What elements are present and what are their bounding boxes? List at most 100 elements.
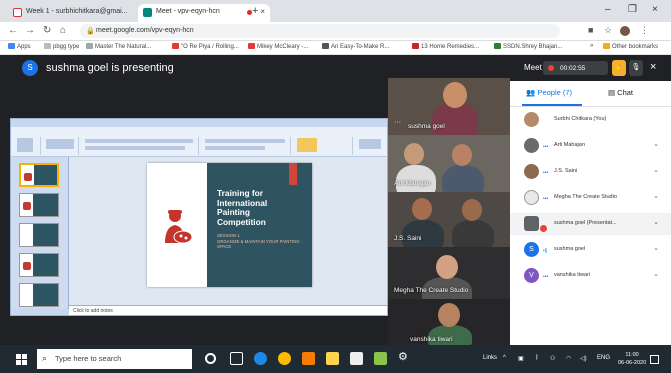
tab-chat[interactable]: ▤ Chat: [608, 88, 633, 97]
clock-time: 11:00: [625, 352, 639, 358]
youtube-icon: [248, 43, 255, 49]
participant-row[interactable]: ••• Arti Mahajan ⌄: [510, 135, 671, 157]
app-icon[interactable]: [302, 352, 315, 365]
participant-figure: [452, 220, 494, 247]
reload-icon[interactable]: ↻: [43, 25, 51, 36]
chevron-down-icon[interactable]: ⌄: [653, 192, 659, 200]
bookmark-item[interactable]: "O Re Piya / Rolling...: [172, 43, 239, 50]
bookmark-item[interactable]: SSDN.Shrey Bhajan...: [494, 43, 562, 50]
ribbon-group: [293, 137, 353, 155]
participant-tile[interactable]: vanshika tiwari: [388, 299, 510, 345]
chevron-down-icon[interactable]: ⌄: [653, 218, 659, 226]
muted-icon: [540, 225, 547, 232]
participant-figure: [396, 165, 436, 192]
status-bar: [11, 309, 69, 315]
bookmarks-more[interactable]: »: [590, 43, 593, 49]
camera-blocked-icon[interactable]: ■: [588, 25, 593, 35]
profile-avatar[interactable]: [620, 26, 630, 36]
maximize-button[interactable]: ❐: [628, 4, 637, 15]
participant-row[interactable]: V ••• vanshika tiwari ⌄: [510, 265, 671, 287]
participant-tile[interactable]: J.S. Saini: [388, 192, 510, 247]
participant-row[interactable]: ••• J.S. Saini ⌄: [510, 161, 671, 183]
windows-start-button[interactable]: [16, 354, 27, 365]
wifi-icon[interactable]: ◠: [566, 355, 571, 362]
chrome-icon[interactable]: [278, 352, 291, 365]
slide-thumbnail[interactable]: [19, 223, 59, 247]
notes-pane[interactable]: Click to add notes: [69, 305, 387, 315]
tab-people[interactable]: 👥 People (7): [526, 88, 572, 97]
clock[interactable]: 11:00 06-06-2020: [618, 351, 646, 367]
participant-figure: [442, 165, 484, 192]
meet-icon: [143, 8, 152, 17]
page-icon: [322, 43, 329, 49]
bookmark-item[interactable]: 13 Home Remedies...: [412, 43, 479, 50]
chevron-up-icon[interactable]: ^: [503, 355, 506, 361]
participant-face: [438, 303, 460, 327]
participant-tile[interactable]: Megha The Create Studio: [388, 247, 510, 299]
raise-hand-button[interactable]: ✋: [612, 60, 626, 76]
participant-row[interactable]: ••• Megha The Create Studio ⌄: [510, 187, 671, 209]
recording-timer: 00:02:55: [543, 61, 608, 75]
bookmark-item[interactable]: Mikey McCleary -...: [248, 43, 308, 50]
menu-icon[interactable]: ⋮: [640, 25, 649, 36]
participant-row[interactable]: Surbhi Chitkara (You): [510, 109, 671, 131]
participant-face: [436, 255, 458, 279]
bookmark-item[interactable]: pbgg type: [44, 43, 79, 50]
bookmark-item[interactable]: An Easy-To-Make R...: [322, 43, 389, 50]
edge-icon[interactable]: [254, 352, 267, 365]
bookmark-other[interactable]: Other bookmarks: [603, 43, 658, 50]
bookmark-apps[interactable]: Apps: [8, 43, 31, 50]
url-text: meet.google.com/vpv-eqyn-hcn: [96, 27, 194, 34]
taskbar: ⌕ Type here to search ⚙ Links ^ ▣ ᛒ ⚇ ◠ …: [0, 345, 671, 373]
slide-thumbnail[interactable]: [19, 163, 59, 187]
slide-thumbnail[interactable]: [19, 253, 59, 277]
close-panel-icon[interactable]: ×: [650, 61, 656, 73]
app-titlebar: [11, 119, 387, 127]
bluetooth-icon[interactable]: ᛒ: [535, 355, 539, 361]
app-icon[interactable]: [374, 352, 387, 365]
app-tray-icon[interactable]: ▣: [518, 355, 524, 362]
notification-icon[interactable]: [650, 355, 659, 364]
star-icon[interactable]: ☆: [604, 25, 612, 36]
microphone-button[interactable]: 🎙: [629, 60, 643, 76]
back-icon[interactable]: ←: [8, 25, 18, 36]
audio-indicator-icon: •••: [543, 274, 549, 280]
forward-icon[interactable]: →: [25, 25, 35, 36]
new-tab-button[interactable]: +: [252, 5, 258, 17]
participant-row[interactable]: S •|| sushma goel ⌄: [510, 239, 671, 261]
slide-thumbnail[interactable]: [19, 283, 59, 307]
slide-thumbnail[interactable]: [19, 193, 59, 217]
people-icon[interactable]: ⚇: [550, 355, 555, 362]
participant-name: Megha The Create Studio: [394, 287, 469, 294]
audio-indicator-icon: •••: [543, 144, 549, 150]
participant-row[interactable]: sushma goel (Presentat... ⌄: [510, 213, 671, 235]
font-controls: [85, 139, 193, 143]
chevron-down-icon[interactable]: ⌄: [653, 270, 659, 278]
task-view-icon[interactable]: [230, 352, 243, 365]
participant-name: J.S. Saini: [394, 235, 422, 242]
cortana-icon[interactable]: [205, 353, 216, 364]
slide-canvas: Training for International Painting Comp…: [69, 157, 387, 305]
participant-face: [404, 143, 424, 165]
store-icon[interactable]: [350, 352, 363, 365]
bookmark-item[interactable]: Master The Natural...: [86, 43, 151, 50]
volume-icon[interactable]: ◁): [580, 355, 587, 362]
file-explorer-icon[interactable]: [326, 352, 339, 365]
close-window-button[interactable]: ×: [652, 4, 658, 15]
home-icon[interactable]: ⌂: [60, 25, 66, 36]
participant-tile[interactable]: ··· sushma goel: [388, 78, 510, 135]
tray-links[interactable]: Links: [483, 355, 497, 361]
taskbar-search[interactable]: ⌕ Type here to search: [37, 349, 192, 369]
avatar: [524, 112, 539, 127]
settings-icon[interactable]: ⚙: [398, 350, 411, 363]
url-bar[interactable]: 🔒 meet.google.com/vpv-eqyn-hcn: [80, 24, 560, 38]
chevron-down-icon[interactable]: ⌄: [653, 166, 659, 174]
participant-tile[interactable]: Arti Mahajan: [388, 135, 510, 192]
tab-meet[interactable]: Meet - vpv-eqyn-hcn ×: [138, 4, 270, 22]
tab-gmail[interactable]: Week 1 - surbhichitkara@gmai... ×: [8, 4, 156, 22]
minimize-button[interactable]: –: [605, 4, 611, 15]
chevron-down-icon[interactable]: ⌄: [653, 244, 659, 252]
close-tab-icon[interactable]: ×: [260, 7, 265, 16]
language-indicator[interactable]: ENG: [597, 355, 610, 361]
chevron-down-icon[interactable]: ⌄: [653, 140, 659, 148]
